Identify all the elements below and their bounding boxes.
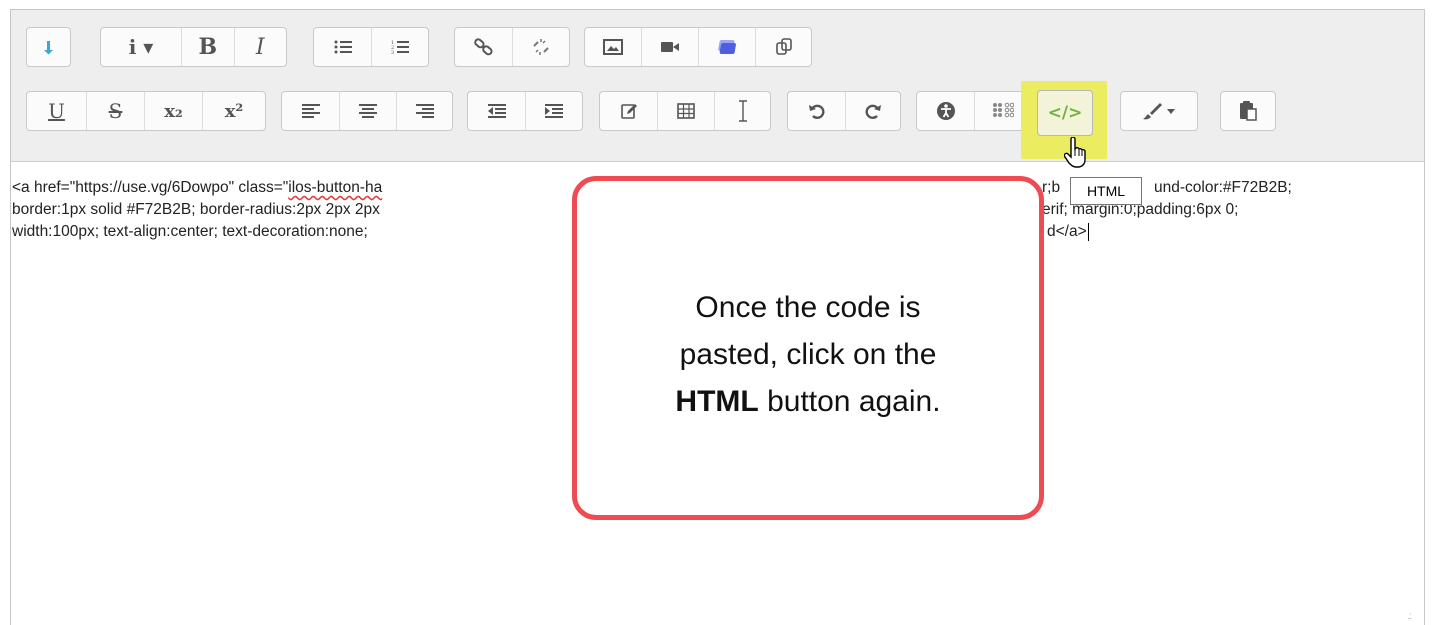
hand-pointer-icon xyxy=(1064,137,1086,168)
accessibility-checker-button[interactable] xyxy=(917,92,975,130)
html-button[interactable]: </> xyxy=(1037,90,1093,136)
bold-button[interactable]: B xyxy=(182,28,235,66)
show-more-buttons-icon xyxy=(43,41,53,55)
undo-button[interactable] xyxy=(788,92,846,130)
equation-icon xyxy=(620,104,637,119)
brush-button[interactable] xyxy=(1121,92,1197,130)
unordered-list-icon xyxy=(334,40,352,54)
paragraph-style-button[interactable]: i ▾ xyxy=(101,28,183,66)
toolbar-group-paste xyxy=(1220,91,1276,131)
align-left-button[interactable] xyxy=(282,92,340,130)
toolbar-group-media xyxy=(584,27,812,67)
italic-button[interactable]: I xyxy=(235,28,286,66)
align-center-icon xyxy=(359,104,377,118)
image-icon xyxy=(603,39,623,55)
resize-handle-icon[interactable]: .: xyxy=(1407,611,1411,622)
clear-formatting-button[interactable] xyxy=(715,92,770,130)
subscript-button[interactable]: x₂ xyxy=(145,92,203,130)
undo-icon xyxy=(808,104,824,119)
redo-button[interactable] xyxy=(846,92,900,130)
spellcheck-word: ilos-button-ha xyxy=(288,179,383,196)
clear-formatting-icon xyxy=(738,100,747,122)
underline-button[interactable]: U xyxy=(27,92,87,130)
table-icon xyxy=(677,103,695,119)
toolbar-group-lists: 123 xyxy=(313,27,429,67)
instruction-callout: Once the code is pasted, click on the HT… xyxy=(572,176,1044,520)
toolbar-group-text: i ▾ B I xyxy=(100,27,287,67)
editor-toolbar: i ▾ B I 123 U S x₂ x² xyxy=(11,10,1424,162)
accessibility-icon xyxy=(936,102,955,120)
paste-button[interactable] xyxy=(1221,92,1275,130)
table-button[interactable] xyxy=(658,92,715,130)
manage-files-button[interactable] xyxy=(699,28,756,66)
redo-icon xyxy=(865,104,881,119)
html-tooltip: HTML xyxy=(1070,177,1142,205)
unlink-icon xyxy=(533,39,549,55)
copy-icon xyxy=(775,38,792,55)
equation-button[interactable] xyxy=(600,92,658,130)
toolbar-group-history xyxy=(787,91,901,131)
toolbar-group-brush xyxy=(1120,91,1198,131)
align-left-icon xyxy=(301,104,320,118)
text-cursor xyxy=(1087,222,1089,241)
screenreader-icon xyxy=(993,102,1014,118)
ordered-list-button[interactable]: 123 xyxy=(372,28,428,66)
italic-icon: I xyxy=(255,34,265,60)
unordered-list-button[interactable] xyxy=(314,28,372,66)
align-right-icon xyxy=(415,104,434,118)
toolbar-group-indent xyxy=(467,91,583,131)
align-right-button[interactable] xyxy=(397,92,452,130)
video-button[interactable] xyxy=(642,28,699,66)
align-center-button[interactable] xyxy=(340,92,397,130)
underline-icon: U xyxy=(48,99,65,123)
toolbar-group-accessibility xyxy=(916,91,1032,131)
bold-icon: B xyxy=(198,34,218,60)
toolbar-group-format: U S x₂ x² xyxy=(26,91,266,131)
superscript-button[interactable]: x² xyxy=(203,92,265,130)
unlink-button[interactable] xyxy=(513,28,569,66)
outdent-button[interactable] xyxy=(468,92,526,130)
link-button[interactable] xyxy=(455,28,513,66)
image-button[interactable] xyxy=(585,28,642,66)
html-code-icon: </> xyxy=(1047,103,1083,123)
paste-icon xyxy=(1240,101,1257,121)
toolbar-group-links xyxy=(454,27,570,67)
ordered-list-icon: 123 xyxy=(391,40,409,55)
strikethrough-button[interactable]: S xyxy=(87,92,145,130)
svg-text:3: 3 xyxy=(391,50,394,55)
strikethrough-icon: S xyxy=(108,99,123,123)
brush-icon xyxy=(1143,103,1175,120)
show-more-buttons[interactable] xyxy=(27,28,70,66)
copy-button[interactable] xyxy=(756,28,811,66)
outdent-icon xyxy=(487,104,506,118)
link-icon xyxy=(473,38,493,56)
indent-icon xyxy=(545,104,563,118)
toolbar-group-expand xyxy=(26,27,71,67)
manage-files-icon xyxy=(718,40,736,54)
superscript-icon: x² xyxy=(224,100,244,122)
indent-button[interactable] xyxy=(526,92,582,130)
toolbar-group-insert xyxy=(599,91,771,131)
toolbar-group-align xyxy=(281,91,453,131)
paragraph-style-icon: i ▾ xyxy=(128,35,154,59)
video-icon xyxy=(661,42,679,52)
subscript-icon: x₂ xyxy=(164,100,183,122)
